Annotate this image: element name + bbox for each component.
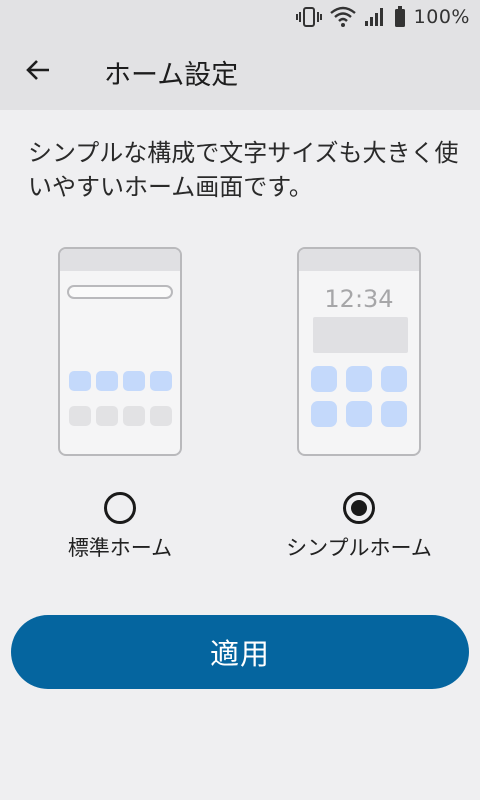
standard-home-preview[interactable]: [58, 247, 182, 456]
preview-app-icon: [381, 366, 407, 392]
preview-clock: 12:34: [324, 285, 394, 313]
preview-widget: [313, 317, 408, 353]
battery-icon: [394, 6, 406, 28]
preview-app-row: [311, 366, 407, 392]
preview-app-icon: [346, 366, 372, 392]
preview-app-icon: [381, 401, 407, 427]
status-bar: 100%: [0, 0, 480, 34]
preview-app-icon: [150, 371, 172, 391]
arrow-left-icon: [25, 59, 51, 85]
preview-app-icon: [69, 371, 91, 391]
preview-status-area: [299, 249, 419, 271]
preview-app-row: [311, 401, 407, 427]
preview-app-row: [69, 371, 172, 391]
preview-app-icon: [96, 406, 118, 426]
app-bar: ホーム設定: [0, 34, 480, 110]
page-title: ホーム設定: [104, 59, 239, 91]
radio-selected-dot: [351, 500, 367, 516]
preview-app-icon: [69, 406, 91, 426]
option-standard-home[interactable]: 標準ホーム: [45, 247, 195, 562]
wifi-icon: [329, 6, 356, 28]
standard-home-radio[interactable]: [104, 492, 136, 524]
preview-search-bar: [67, 285, 173, 299]
preview-app-icon: [123, 371, 145, 391]
preview-app-icon: [311, 401, 337, 427]
preview-app-icon: [346, 401, 372, 427]
preview-app-icon: [150, 406, 172, 426]
preview-app-icon: [123, 406, 145, 426]
back-button[interactable]: [10, 44, 66, 100]
description-text: シンプルな構成で文字サイズも大きく使いやすいホーム画面です。: [28, 139, 459, 201]
preview-app-icon: [96, 371, 118, 391]
signal-icon: [364, 7, 386, 27]
battery-percentage: 100%: [413, 6, 470, 28]
preview-status-area: [60, 249, 180, 271]
preview-app-icon: [311, 366, 337, 392]
simple-home-label[interactable]: シンプルホーム: [284, 532, 434, 562]
option-simple-home[interactable]: 12:34 シンプルホーム: [284, 247, 434, 562]
simple-home-radio[interactable]: [343, 492, 375, 524]
apply-button[interactable]: 適用: [11, 615, 469, 689]
simple-home-preview[interactable]: 12:34: [297, 247, 421, 456]
preview-app-row: [69, 406, 172, 426]
standard-home-label[interactable]: 標準ホーム: [45, 532, 195, 562]
vibrate-icon: [295, 6, 322, 28]
